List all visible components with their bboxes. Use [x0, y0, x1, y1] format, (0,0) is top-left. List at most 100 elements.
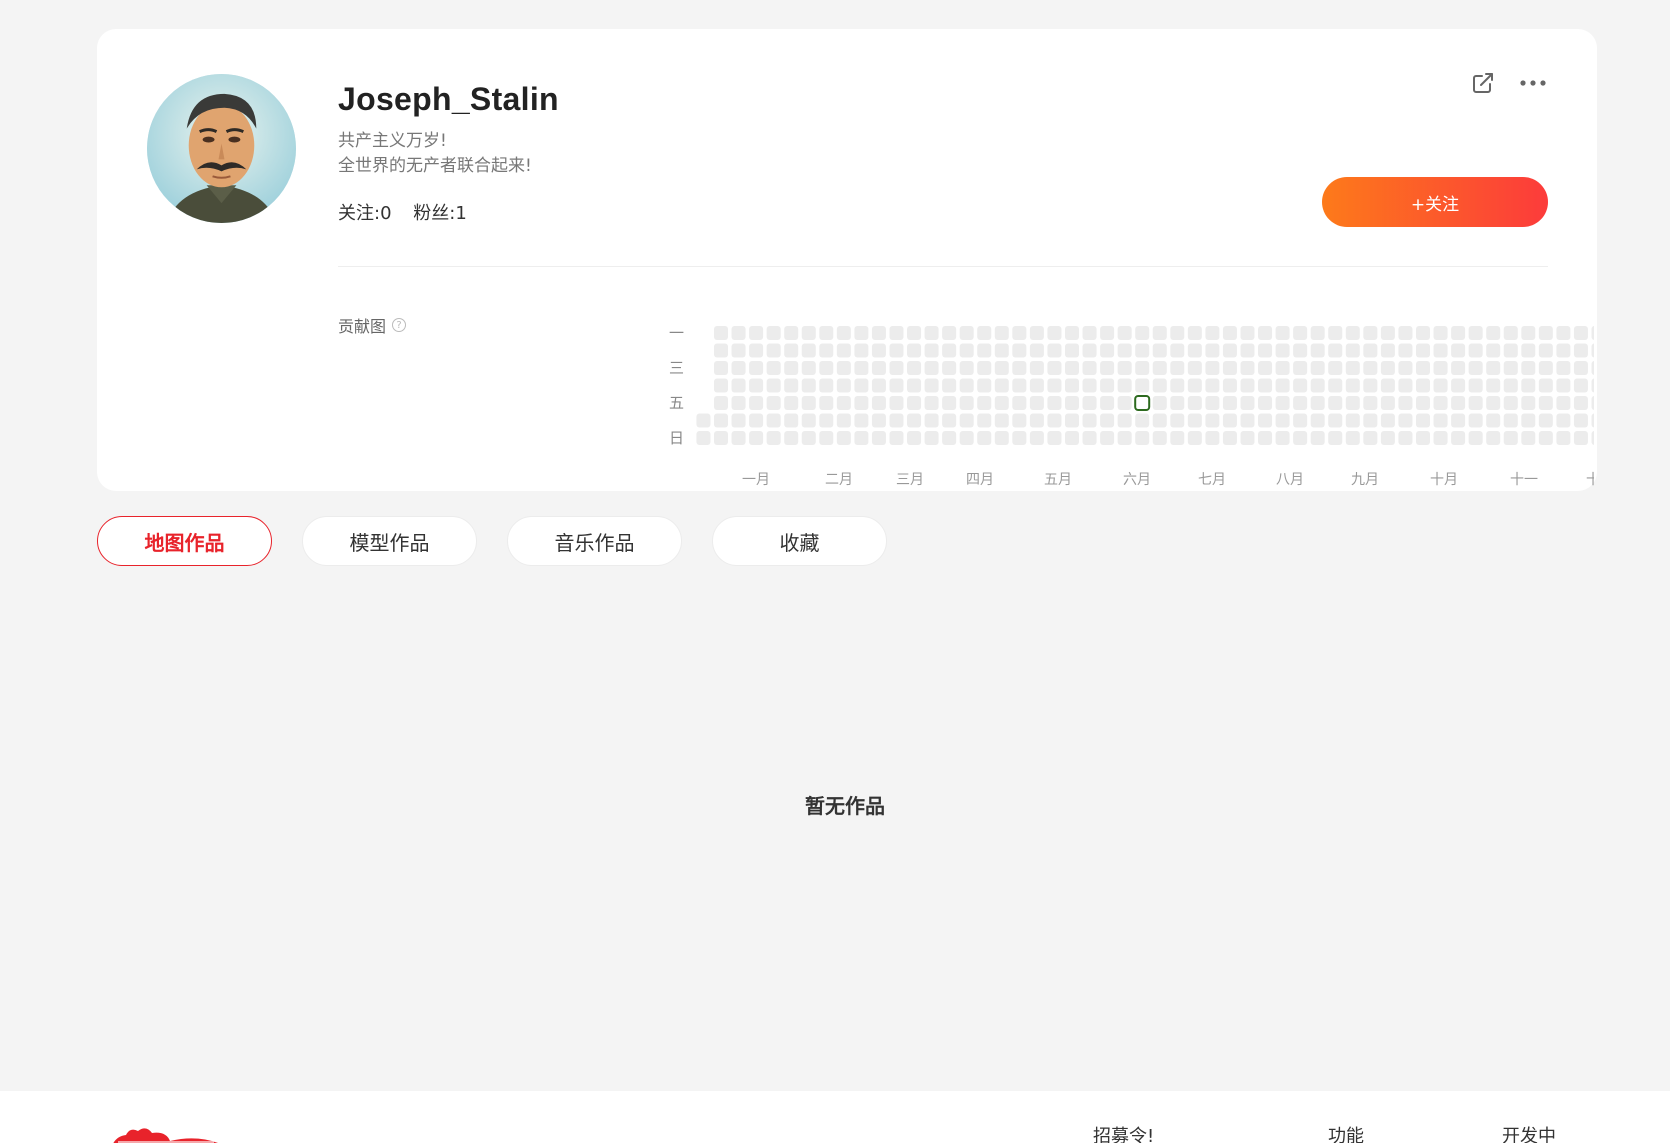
contribution-cell[interactable]: [1573, 326, 1588, 340]
contribution-cell[interactable]: [1222, 343, 1237, 358]
contribution-cell[interactable]: [1398, 343, 1413, 358]
contribution-cell[interactable]: [1170, 343, 1185, 358]
contribution-cell[interactable]: [819, 413, 834, 428]
contribution-cell[interactable]: [1029, 361, 1044, 375]
contribution-cell[interactable]: [1065, 361, 1079, 375]
contribution-cell[interactable]: [1398, 431, 1413, 445]
contribution-cell[interactable]: [836, 343, 851, 358]
contribution-cell[interactable]: [1328, 326, 1343, 340]
contribution-cell[interactable]: [766, 431, 781, 445]
contribution-cell[interactable]: [836, 326, 851, 340]
contribution-cell[interactable]: [836, 378, 851, 393]
contribution-cell[interactable]: [1538, 326, 1553, 340]
contribution-cell[interactable]: [1380, 413, 1395, 428]
contribution-cell[interactable]: [1100, 396, 1115, 410]
contribution-cell[interactable]: [1573, 431, 1588, 445]
footer-link-features[interactable]: 功能: [1328, 1122, 1364, 1143]
contribution-cell[interactable]: [1082, 361, 1097, 375]
contribution-cell[interactable]: [1468, 361, 1483, 375]
contribution-cell[interactable]: [959, 396, 974, 410]
contribution-cell[interactable]: [1029, 326, 1044, 340]
contribution-cell[interactable]: [1521, 361, 1536, 375]
contribution-cell[interactable]: [942, 326, 957, 340]
contribution-cell[interactable]: [1065, 413, 1079, 428]
contribution-cell[interactable]: [907, 343, 922, 358]
contribution-cell[interactable]: [1433, 413, 1448, 428]
contribution-cell[interactable]: [1416, 326, 1430, 340]
contribution-cell[interactable]: [1275, 396, 1290, 410]
contribution-cell[interactable]: [1591, 431, 1595, 445]
contribution-cell[interactable]: [784, 326, 799, 340]
contribution-cell[interactable]: [801, 326, 816, 340]
contribution-cell[interactable]: [749, 343, 764, 358]
contribution-cell[interactable]: [942, 396, 957, 410]
contribution-cell[interactable]: [1521, 431, 1536, 445]
contribution-cell[interactable]: [1398, 361, 1413, 375]
contribution-cell[interactable]: [1433, 326, 1448, 340]
contribution-cell[interactable]: [907, 378, 922, 393]
contribution-cell[interactable]: [1065, 326, 1079, 340]
contribution-cell[interactable]: [766, 396, 781, 410]
contribution-cell[interactable]: [871, 326, 886, 340]
contribution-cell[interactable]: [1363, 413, 1378, 428]
contribution-cell[interactable]: [1258, 431, 1273, 445]
contribution-cell[interactable]: [1012, 361, 1027, 375]
contribution-cell[interactable]: [977, 413, 992, 428]
contribution-cell[interactable]: [784, 378, 799, 393]
contribution-cell[interactable]: [1222, 396, 1237, 410]
contribution-cell[interactable]: [1222, 431, 1237, 445]
contribution-cell[interactable]: [731, 326, 746, 340]
contribution-cell[interactable]: [1556, 326, 1571, 340]
contribution-cell[interactable]: [854, 326, 869, 340]
contribution-cell[interactable]: [907, 396, 922, 410]
contribution-cell[interactable]: [1029, 431, 1044, 445]
contribution-cell[interactable]: [1468, 343, 1483, 358]
tab-map-works[interactable]: 地图作品: [97, 516, 272, 566]
contribution-cell[interactable]: [1451, 413, 1466, 428]
contribution-cell[interactable]: [836, 431, 851, 445]
contribution-cell[interactable]: [1486, 431, 1501, 445]
contribution-cell[interactable]: [1363, 343, 1378, 358]
contribution-cell[interactable]: [1047, 343, 1062, 358]
contribution-cell[interactable]: [1100, 361, 1115, 375]
contribution-cell[interactable]: [1240, 343, 1255, 358]
contribution-cell[interactable]: [871, 413, 886, 428]
contribution-cell[interactable]: [1012, 378, 1027, 393]
contribution-cell[interactable]: [959, 378, 974, 393]
contribution-cell[interactable]: [977, 396, 992, 410]
contribution-cell[interactable]: [942, 431, 957, 445]
contribution-cell[interactable]: [784, 396, 799, 410]
contribution-cell[interactable]: [924, 413, 939, 428]
contribution-cell[interactable]: [1328, 396, 1343, 410]
contribution-cell[interactable]: [1310, 378, 1325, 393]
contribution-cell[interactable]: [1135, 431, 1150, 445]
contribution-cell[interactable]: [731, 361, 746, 375]
contribution-cell[interactable]: [1029, 378, 1044, 393]
contribution-cell[interactable]: [1100, 378, 1115, 393]
contribution-cell[interactable]: [1205, 343, 1220, 358]
contribution-cell[interactable]: [1012, 431, 1027, 445]
contribution-cell[interactable]: [1556, 343, 1571, 358]
contribution-cell[interactable]: [1222, 413, 1237, 428]
contribution-cell[interactable]: [977, 361, 992, 375]
contribution-cell[interactable]: [1345, 361, 1360, 375]
contribution-cell[interactable]: [766, 413, 781, 428]
contribution-cell[interactable]: [994, 343, 1009, 358]
followers-count[interactable]: 粉丝:1: [413, 203, 467, 224]
contribution-cell[interactable]: [801, 396, 816, 410]
contribution-cell[interactable]: [1205, 431, 1220, 445]
tab-favorites[interactable]: 收藏: [712, 516, 887, 566]
tab-model-works[interactable]: 模型作品: [302, 516, 477, 566]
contribution-cell[interactable]: [1275, 343, 1290, 358]
contribution-cell[interactable]: [1065, 431, 1079, 445]
contribution-cell[interactable]: [1117, 396, 1132, 410]
contribution-cell[interactable]: [1573, 361, 1588, 375]
contribution-cell[interactable]: [907, 326, 922, 340]
contribution-cell[interactable]: [1380, 396, 1395, 410]
contribution-cell[interactable]: [1293, 396, 1308, 410]
contribution-cell[interactable]: [1503, 343, 1518, 358]
contribution-cell[interactable]: [994, 431, 1009, 445]
contribution-cell[interactable]: [784, 343, 799, 358]
contribution-cell[interactable]: [1591, 326, 1595, 340]
contribution-cell[interactable]: [1503, 413, 1518, 428]
